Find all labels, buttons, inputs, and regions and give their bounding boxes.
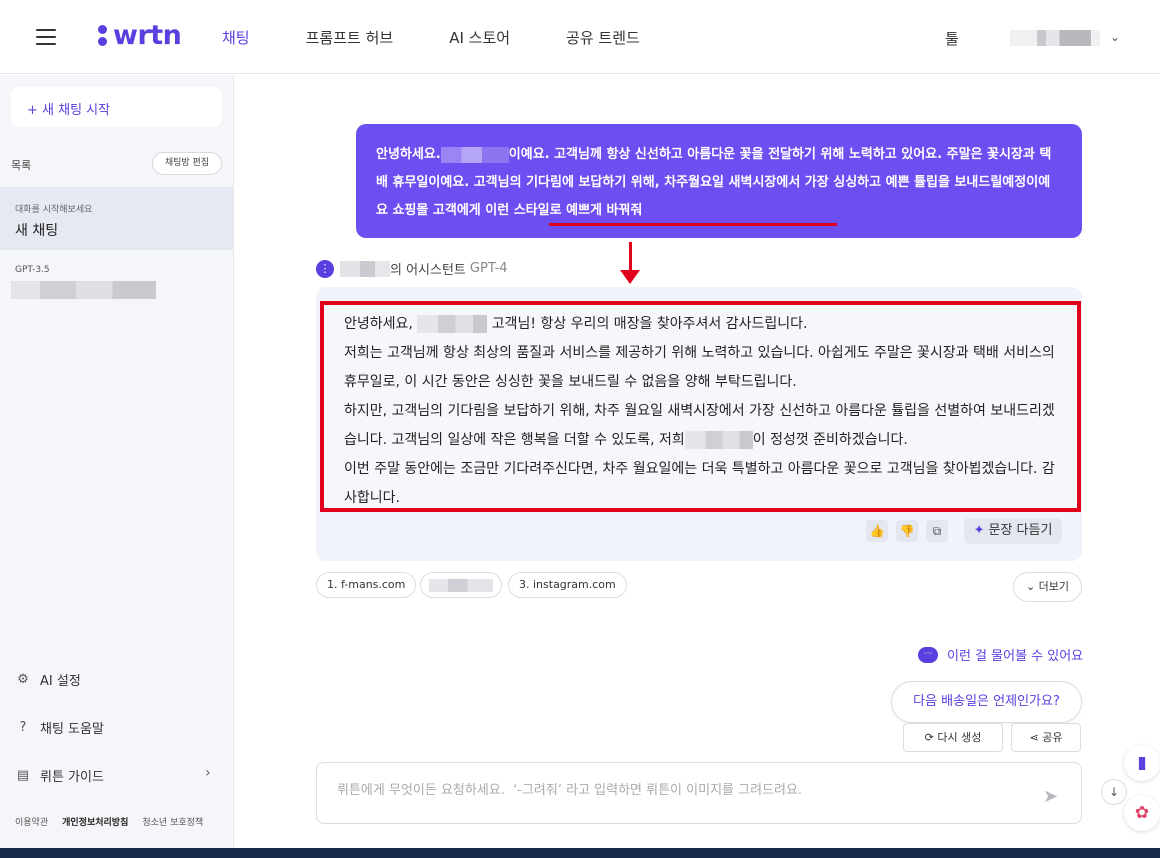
wrtn-guide-label: 뤼튼 가이드 — [40, 770, 104, 785]
logo-text: wrtn — [113, 20, 182, 51]
assistant-icon: ⋮ — [316, 259, 334, 278]
chevron-down-icon: ⌄ — [1025, 580, 1039, 593]
user-message-highlight: 쇼핑몰 고객에게 이런 스타일로 예쁘게 바꿔줘 — [392, 203, 643, 218]
copy-icon[interactable]: ⧉ — [926, 520, 948, 542]
wrtn-guide-item[interactable]: ▤ 뤼튼 가이드 — [16, 766, 104, 785]
chat-item-title: 새 채팅 — [15, 223, 59, 239]
user-message-bubble: 안녕하세요. 이예요. 고객님께 항상 신선하고 아름다운 꽃을 전달하기 위해 … — [356, 124, 1082, 238]
source-chip-1[interactable]: 1. f-mans.com — [316, 572, 417, 598]
redacted-shop-name — [417, 315, 488, 333]
more-sources-button[interactable]: ⌄ 더보기 — [1013, 572, 1082, 602]
redacted-assistant-name — [340, 260, 390, 277]
chevron-right-icon[interactable]: › — [205, 765, 211, 781]
more-label: 더보기 — [1038, 580, 1070, 593]
nav-prompt-hub[interactable]: 프롬프트 허브 — [306, 27, 394, 48]
answer-line1b: 고객님! 항상 우리의 매장을 찾아주셔서 감사드립니다. — [491, 316, 808, 332]
assistant-answer: 안녕하세요, 고객님! 항상 우리의 매장을 찾아주셔서 감사드립니다. 저희는… — [320, 301, 1081, 512]
new-chat-button[interactable]: + 새 채팅 시작 — [11, 87, 222, 127]
logo-mark — [98, 24, 107, 47]
footer-links: 이용약관 개인정보처리방침 청소년 보호정책 — [15, 815, 217, 828]
suggestion-chip[interactable]: 다음 배송일은 언제인가요? — [891, 681, 1082, 723]
chat-list-item-selected[interactable]: 대화를 시작해보세요 새 채팅 — [0, 187, 233, 250]
chat-item-subtitle: 대화를 시작해보세요 — [15, 205, 93, 215]
tools-menu[interactable]: 툴 — [945, 28, 959, 49]
redacted-shop-name — [684, 431, 753, 449]
answer-line2: 저희는 고객님께 항상 최상의 품질과 서비스를 제공하기 위해 노력하고 있습… — [344, 345, 1055, 390]
os-taskbar — [0, 848, 1160, 858]
source-chip-3[interactable]: 3. instagram.com — [508, 572, 627, 598]
brain-icon[interactable]: ✿ — [1124, 795, 1160, 831]
main-nav: 채팅 프롬프트 허브 AI 스토어 공유 트렌드 — [222, 27, 696, 48]
sidebar: + 새 채팅 시작 목록 채팅방 편집 대화를 시작해보세요 새 채팅 GPT-… — [0, 75, 234, 858]
answer-line3b: 이 정성껏 준비하겠습니다. — [752, 432, 908, 448]
chevron-down-icon[interactable]: ⌄ — [1110, 30, 1120, 44]
share-icon: ⋖ — [1029, 731, 1043, 744]
chat-input[interactable] — [337, 783, 1017, 798]
arrow-down-icon — [620, 270, 640, 284]
share-label: 공유 — [1042, 731, 1063, 744]
annotation-underline — [549, 223, 837, 226]
ai-settings-label: AI 설정 — [40, 674, 81, 689]
share-button[interactable]: ⋖ 공유 — [1011, 723, 1081, 752]
nav-chat[interactable]: 채팅 — [222, 27, 250, 48]
user-message-part1: 안녕하세요. — [376, 147, 441, 162]
chat-item-title-redacted[interactable] — [11, 281, 156, 299]
chat-item-model[interactable]: GPT-3.5 — [15, 265, 50, 275]
edit-chats-button[interactable]: 채팅방 편집 — [152, 152, 222, 175]
sparkle-icon: ✦ — [973, 523, 985, 538]
source-chip-2-redacted[interactable] — [420, 572, 502, 598]
book-icon[interactable]: ▮ — [1124, 745, 1160, 781]
chat-help-item[interactable]: ? 채팅 도움말 — [16, 718, 104, 737]
privacy-link[interactable]: 개인정보처리방침 — [62, 815, 128, 828]
refresh-icon: ⟳ — [924, 731, 938, 744]
user-name-redacted[interactable] — [1010, 30, 1100, 46]
gear-icon: ⚙ — [17, 671, 29, 687]
nav-ai-store[interactable]: AI 스토어 — [449, 27, 510, 48]
menu-icon[interactable] — [36, 29, 56, 45]
refine-sentence-button[interactable]: ✦ 문장 다듬기 — [964, 518, 1062, 544]
answer-line1a: 안녕하세요, — [344, 316, 413, 332]
chat-input-box — [316, 762, 1082, 824]
book-icon: ▤ — [16, 767, 30, 783]
regenerate-label: 다시 생성 — [937, 731, 982, 744]
redacted-shop-name — [440, 146, 509, 163]
send-icon[interactable]: ➤ — [1043, 786, 1058, 807]
terms-link[interactable]: 이용약관 — [15, 815, 48, 828]
chat-bubble-icon: ··· — [918, 646, 938, 663]
nav-share-trend[interactable]: 공유 트렌드 — [566, 27, 640, 48]
answer-line4: 이번 주말 동안에는 조금만 기다려주신다면, 차주 월요일에는 더욱 특별하고… — [344, 461, 1055, 506]
assistant-model: GPT-4 — [469, 261, 508, 276]
help-icon: ? — [19, 719, 27, 735]
thumbs-down-icon[interactable]: 👎 — [896, 520, 918, 542]
top-header: wrtn 채팅 프롬프트 허브 AI 스토어 공유 트렌드 툴 ⌄ — [0, 0, 1160, 74]
assistant-label: ⋮ 의 어시스턴트 GPT-4 — [316, 259, 508, 278]
logo[interactable]: wrtn — [98, 20, 182, 51]
scroll-down-icon[interactable]: ↓ — [1101, 779, 1127, 805]
chat-list-title: 목록 — [11, 159, 32, 172]
youth-policy-link[interactable]: 청소년 보호정책 — [142, 815, 203, 828]
suggestions-title: ··· 이런 걸 물어볼 수 있어요 — [918, 645, 1083, 664]
thumbs-up-icon[interactable]: 👍 — [866, 520, 888, 542]
suggestions-title-text: 이런 걸 물어볼 수 있어요 — [947, 649, 1084, 664]
assistant-label-text: 의 어시스턴트 — [390, 263, 466, 278]
refine-label: 문장 다듬기 — [988, 523, 1053, 538]
ai-settings-item[interactable]: ⚙ AI 설정 — [16, 670, 81, 689]
chat-help-label: 채팅 도움말 — [40, 722, 104, 737]
regenerate-button[interactable]: ⟳ 다시 생성 — [903, 723, 1003, 752]
